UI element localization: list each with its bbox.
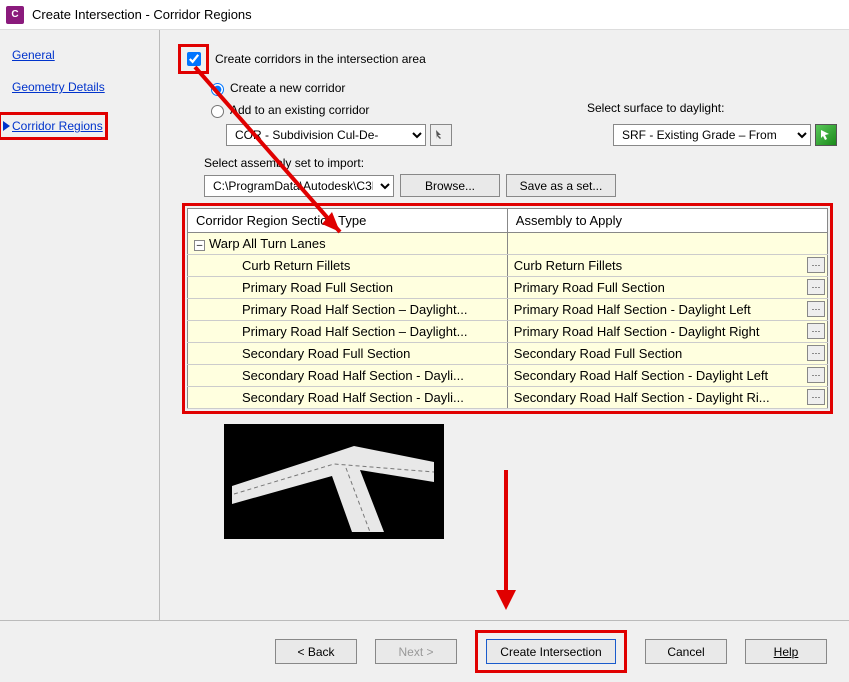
asm-cell[interactable]: Primary Road Full Section··· bbox=[507, 277, 827, 299]
cancel-button[interactable]: Cancel bbox=[645, 639, 727, 664]
assembly-path-select[interactable]: C:\ProgramData\Autodesk\C3D 2023\enu\Ass… bbox=[204, 175, 394, 197]
radio-add-existing-label: Add to an existing corridor bbox=[230, 103, 369, 117]
group-label: Warp All Turn Lanes bbox=[209, 236, 326, 251]
pick-icon bbox=[435, 129, 447, 141]
asm-cell[interactable]: Primary Road Half Section - Daylight Lef… bbox=[507, 299, 827, 321]
window-title: Create Intersection - Corridor Regions bbox=[32, 7, 252, 22]
browse-asm-button[interactable]: ··· bbox=[807, 367, 825, 383]
collapse-icon[interactable]: – bbox=[194, 240, 205, 251]
asm-cell[interactable]: Secondary Road Full Section··· bbox=[507, 343, 827, 365]
app-icon: C bbox=[6, 6, 24, 24]
type-cell[interactable]: Secondary Road Half Section - Dayli... bbox=[188, 387, 508, 409]
create-intersection-highlight: Create Intersection bbox=[475, 630, 627, 673]
daylight-surface-select[interactable]: SRF - Existing Grade – From bbox=[613, 124, 811, 146]
col-section-type[interactable]: Corridor Region Section Type bbox=[188, 209, 508, 233]
nav-corridor-regions[interactable]: Corridor Regions bbox=[3, 119, 103, 133]
create-corridors-highlight bbox=[178, 44, 209, 74]
type-cell[interactable]: Primary Road Full Section bbox=[188, 277, 508, 299]
type-cell[interactable]: Secondary Road Half Section - Dayli... bbox=[188, 365, 508, 387]
intersection-preview bbox=[224, 424, 444, 539]
type-cell[interactable]: Curb Return Fillets bbox=[188, 255, 508, 277]
radio-add-existing[interactable] bbox=[211, 105, 224, 118]
browse-button[interactable]: Browse... bbox=[400, 174, 500, 197]
radio-create-new-label: Create a new corridor bbox=[230, 81, 345, 95]
asm-cell[interactable]: Secondary Road Half Section - Daylight L… bbox=[507, 365, 827, 387]
pick-surface-button[interactable] bbox=[815, 124, 837, 146]
help-button[interactable]: Help bbox=[745, 639, 827, 664]
browse-asm-button[interactable]: ··· bbox=[807, 323, 825, 339]
corridor-name-select[interactable]: COR - Subdivision Cul-De- bbox=[226, 124, 426, 146]
region-table: Corridor Region Section Type Assembly to… bbox=[187, 208, 828, 409]
group-row[interactable]: –Warp All Turn Lanes bbox=[188, 233, 508, 255]
daylight-label: Select surface to daylight: bbox=[587, 101, 837, 115]
type-cell[interactable]: Primary Road Half Section – Daylight... bbox=[188, 299, 508, 321]
nav-geometry-details[interactable]: Geometry Details bbox=[12, 80, 147, 94]
cursor-icon bbox=[820, 129, 832, 141]
back-button[interactable]: < Back bbox=[275, 639, 357, 664]
content-panel: Create corridors in the intersection are… bbox=[160, 30, 849, 620]
create-corridors-checkbox[interactable] bbox=[187, 52, 201, 66]
browse-asm-button[interactable]: ··· bbox=[807, 257, 825, 273]
browse-asm-button[interactable]: ··· bbox=[807, 279, 825, 295]
region-table-highlight: Corridor Region Section Type Assembly to… bbox=[182, 203, 833, 414]
create-corridors-label: Create corridors in the intersection are… bbox=[215, 52, 426, 66]
asm-cell[interactable]: Primary Road Half Section - Daylight Rig… bbox=[507, 321, 827, 343]
type-cell[interactable]: Primary Road Half Section – Daylight... bbox=[188, 321, 508, 343]
browse-asm-button[interactable]: ··· bbox=[807, 389, 825, 405]
browse-asm-button[interactable]: ··· bbox=[807, 301, 825, 317]
current-step-icon bbox=[3, 121, 10, 131]
asm-cell[interactable]: Curb Return Fillets··· bbox=[507, 255, 827, 277]
next-button: Next > bbox=[375, 639, 457, 664]
titlebar: C Create Intersection - Corridor Regions bbox=[0, 0, 849, 30]
nav-general[interactable]: General bbox=[12, 48, 147, 62]
nav-corridor-label: Corridor Regions bbox=[12, 119, 103, 133]
browse-asm-button[interactable]: ··· bbox=[807, 345, 825, 361]
wizard-sidebar: General Geometry Details Corridor Region… bbox=[0, 30, 160, 620]
assembly-set-label: Select assembly set to import: bbox=[204, 156, 837, 170]
type-cell[interactable]: Secondary Road Full Section bbox=[188, 343, 508, 365]
wizard-footer: < Back Next > Create Intersection Cancel… bbox=[0, 620, 849, 682]
asm-cell[interactable]: Secondary Road Half Section - Daylight R… bbox=[507, 387, 827, 409]
pick-corridor-button[interactable] bbox=[430, 124, 452, 146]
nav-corridor-highlight: Corridor Regions bbox=[0, 112, 108, 140]
save-as-set-button[interactable]: Save as a set... bbox=[506, 174, 616, 197]
create-intersection-button[interactable]: Create Intersection bbox=[486, 639, 616, 664]
radio-create-new[interactable] bbox=[211, 83, 224, 96]
col-assembly[interactable]: Assembly to Apply bbox=[507, 209, 827, 233]
